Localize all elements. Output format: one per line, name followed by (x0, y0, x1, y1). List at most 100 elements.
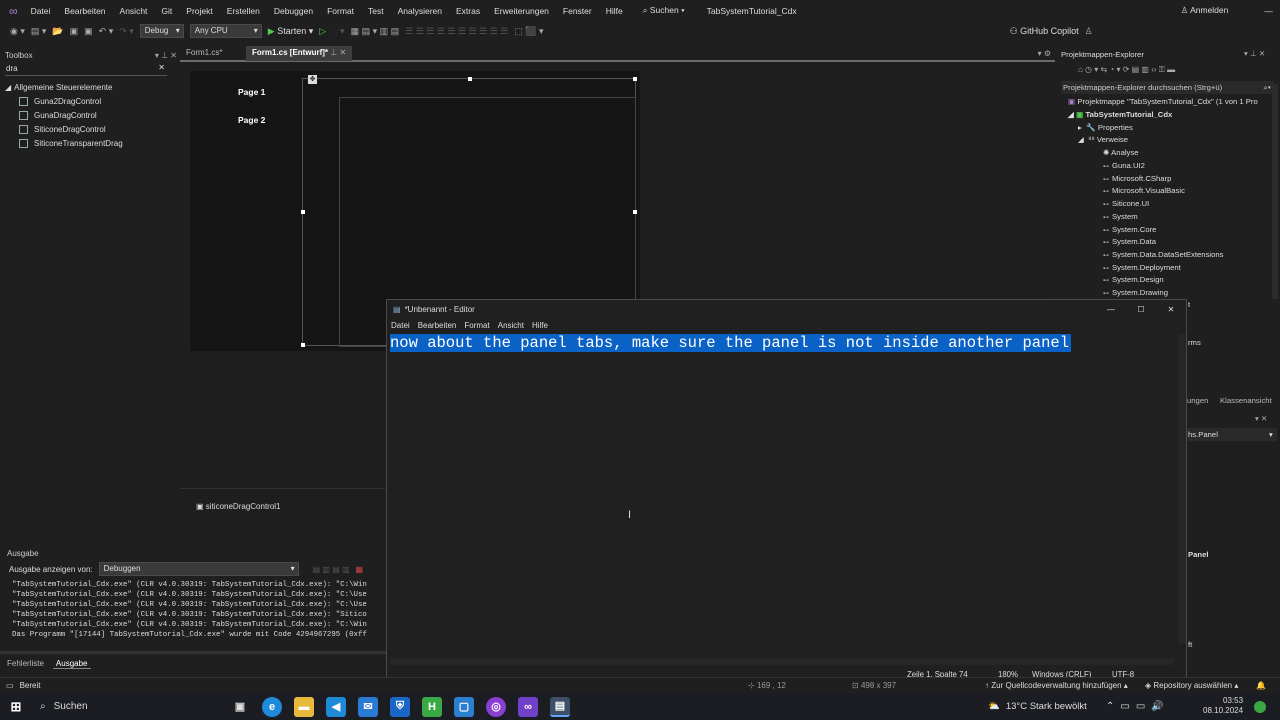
clear-search-icon[interactable]: ✕ (158, 63, 165, 72)
menu-item[interactable]: Test (361, 6, 391, 16)
save-icon[interactable]: ▣ (70, 26, 79, 37)
output-scrollbar[interactable] (0, 651, 386, 654)
notepad-minimize-button[interactable]: — (1096, 305, 1126, 314)
word-wrap-icon[interactable]: ▦ (356, 565, 364, 574)
output-source-dropdown[interactable]: Debuggen ▾ (98, 562, 299, 576)
reference-item[interactable]: ⊷ Microsoft.CSharp (1103, 174, 1171, 183)
menu-item[interactable]: Extras (449, 6, 487, 16)
analyzers-node[interactable]: ✺ Analyse (1103, 148, 1139, 157)
reference-item[interactable]: ⊷ System.Core (1103, 225, 1156, 234)
menu-item[interactable]: Format (320, 6, 361, 16)
tab-overflow-icons[interactable]: ▾ ⚙ (1038, 49, 1055, 58)
project-node[interactable]: ◢ ▣ TabSystemTutorial_Cdx (1068, 110, 1172, 119)
resize-handle[interactable] (301, 343, 305, 347)
output-toolbar-icons[interactable]: ▤ ▥ ▤ ▥ (313, 565, 350, 574)
reference-item[interactable]: ⊷ System.Data (1103, 237, 1156, 246)
reference-item[interactable]: ⊷ Guna.UI2 (1103, 161, 1145, 170)
toolbox-item[interactable]: SiticoneTransparentDrag (5, 136, 177, 150)
edge-icon[interactable]: e (262, 696, 282, 717)
move-handle-icon[interactable]: ✥ (308, 75, 317, 84)
reference-item[interactable]: ⊷ System.Deployment (1103, 263, 1181, 272)
tray-component[interactable]: ▣ siticoneDragControl1 (196, 502, 281, 511)
menu-item[interactable]: Hilfe (599, 6, 630, 16)
notifications-icon[interactable]: 🔔 (1256, 681, 1266, 690)
source-control-button[interactable]: ↑ Zur Quellcodeverwaltung hinzufügen ▴ (985, 681, 1128, 690)
navigate-back-icon[interactable]: ◉ ▾ (10, 26, 25, 37)
redo-icon[interactable]: ↷ ▾ (119, 26, 134, 37)
reference-item[interactable]: ⊷ Microsoft.VisualBasic (1103, 186, 1185, 195)
page-button-2[interactable]: Page 2 (238, 115, 265, 125)
layout-tools-icons[interactable]: ⬚ ⬛ ▾ (514, 26, 543, 37)
tab-class-view[interactable]: Klassenansicht (1220, 396, 1272, 405)
security-shield-icon[interactable]: ⛨ (390, 696, 410, 717)
resize-handle[interactable] (633, 210, 637, 214)
notepad-menu-item[interactable]: Ansicht (494, 321, 528, 330)
attach-icon[interactable]: ◌ ▾ (332, 26, 344, 37)
menu-item[interactable]: Bearbeiten (57, 6, 112, 16)
reference-item[interactable]: ⊷ Siticone.UI (1103, 199, 1149, 208)
start-without-debug-icon[interactable]: ▷ (319, 26, 326, 37)
references-node[interactable]: ◢ ⁸⁸ Verweise (1078, 135, 1128, 144)
menu-item[interactable]: Projekt (179, 6, 219, 16)
reference-item[interactable]: ⊷ System (1103, 212, 1138, 221)
page-button-1[interactable]: Page 1 (238, 87, 265, 97)
tab-form1-design[interactable]: Form1.cs [Entwurf]* ⊥ ✕ (246, 46, 353, 61)
notepad-maximize-button[interactable]: ☐ (1126, 305, 1156, 314)
toolbox-item[interactable]: GunaDragControl (5, 108, 177, 122)
solution-window-controls[interactable]: ▾ ⊥ ✕ (1244, 49, 1265, 58)
notepad-menu-item[interactable]: Format (460, 321, 493, 330)
minimize-button[interactable]: — (1257, 6, 1280, 16)
notepad-horizontal-scrollbar[interactable] (390, 658, 1174, 665)
platform-dropdown[interactable]: Any CPU ▾ (189, 24, 262, 38)
properties-object-dropdown[interactable]: hs.Panel ▾ (1187, 428, 1277, 441)
task-view-icon[interactable]: ▣ (230, 697, 250, 717)
new-item-icon[interactable]: ▤ ▾ (31, 26, 47, 37)
system-tray-icons[interactable]: ⌃▭▭🔊 (1106, 701, 1170, 712)
github-copilot-button[interactable]: ⚇ GitHub Copilot (1010, 26, 1079, 37)
notepad-menu-item[interactable]: Datei (387, 321, 414, 330)
notepad-vertical-scrollbar[interactable] (1178, 334, 1186, 644)
file-explorer-icon[interactable]: ▬ (294, 696, 314, 717)
tab-partial[interactable]: ungen (1187, 396, 1208, 405)
notepad-menu-item[interactable]: Bearbeiten (414, 321, 461, 330)
app-h-icon[interactable]: H (422, 696, 442, 717)
layout-align-icons[interactable]: ☰ ☰ ☰ ☰ ☰ ☰ ☰ ☰ ☰ ☰ (405, 26, 508, 37)
repository-button[interactable]: ◈ Repository auswählen ▴ (1145, 681, 1238, 690)
reference-item[interactable]: ⊷ System.Design (1103, 275, 1164, 284)
open-icon[interactable]: 📂 (52, 26, 63, 37)
save-all-icon[interactable]: ▣ (84, 26, 93, 37)
account-icon[interactable]: ♙ (1085, 26, 1093, 37)
tab-output[interactable]: Ausgabe (52, 659, 91, 669)
toolbox-search-input[interactable]: dra ✕ (5, 62, 167, 76)
menu-item[interactable]: Erstellen (220, 6, 267, 16)
configuration-dropdown[interactable]: Debug ▾ (139, 24, 184, 38)
notepad-close-button[interactable]: ✕ (1156, 305, 1186, 314)
signin-button[interactable]: ♙ Anmelden (1174, 5, 1236, 16)
resize-handle[interactable] (633, 77, 637, 81)
undo-icon[interactable]: ↶ ▾ (99, 26, 114, 37)
solution-root[interactable]: ▣ Projektmappe "TabSystemTutorial_Cdx" (… (1068, 97, 1273, 106)
menu-item[interactable]: Git (154, 6, 179, 16)
properties-window-controls[interactable]: ▾ ✕ (1255, 414, 1267, 423)
obs-icon[interactable]: ◎ (486, 696, 506, 717)
app-window-icon[interactable]: ▢ (454, 696, 474, 717)
toolbar-icons-group[interactable]: ▦ ▤ ▾ ▥ ▤ (351, 26, 400, 37)
visual-studio-logo-icon[interactable]: ∞ (9, 4, 18, 18)
menu-item[interactable]: Analysieren (391, 6, 449, 16)
clock[interactable]: 03:53 08.10.2024 (1203, 696, 1243, 716)
tab-error-list[interactable]: Fehlerliste (0, 659, 51, 669)
start-button[interactable]: ▶ Starten ▾ (268, 26, 314, 37)
mail-icon[interactable]: ✉ (358, 696, 378, 717)
resize-handle[interactable] (468, 77, 472, 81)
solution-toolbar-icons[interactable]: ⌂ ◷ ▾ ⇆ ◔ ▾ ⟳ ▤ ▥ ‹› ⚿ ▬ (1078, 65, 1175, 75)
taskbar-search[interactable]: ⌕ Suchen (34, 696, 224, 718)
menu-item[interactable]: Debuggen (267, 6, 320, 16)
menu-item[interactable]: Erweiterungen (487, 6, 556, 16)
toolbox-group[interactable]: ◢ Allgemeine Steuerelemente (5, 80, 177, 94)
menu-item[interactable]: Ansicht (113, 6, 155, 16)
tab-form1-code[interactable]: Form1.cs* (180, 46, 246, 61)
search-menu[interactable]: ⌕ Suchen ▾ (636, 5, 692, 16)
visual-studio-icon[interactable]: ∞ (518, 696, 538, 717)
vscode-icon[interactable]: ◀ (326, 696, 346, 717)
notepad-menu-item[interactable]: Hilfe (528, 321, 552, 330)
